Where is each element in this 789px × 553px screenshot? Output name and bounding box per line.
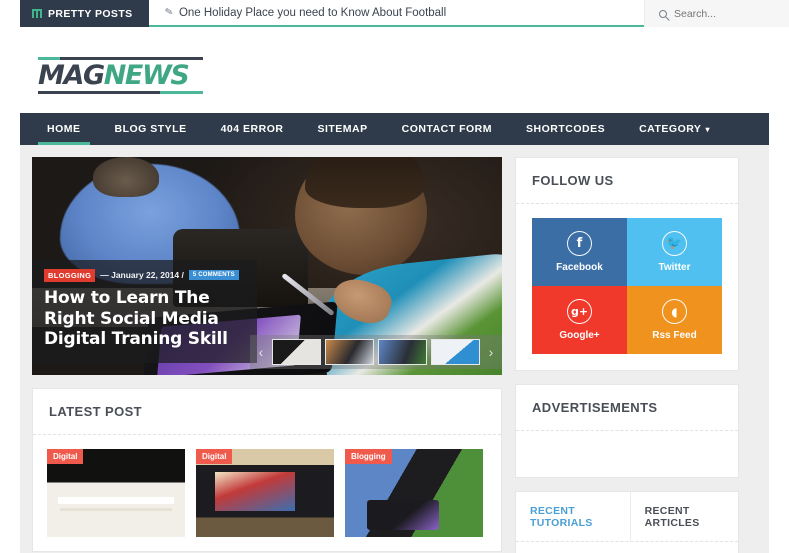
post-thumbnail[interactable]: Blogging: [345, 449, 483, 537]
recent-list-item[interactable]: Digital Tech Tool for Better: [516, 542, 738, 553]
search-icon: [659, 9, 667, 18]
slider-thumbnail[interactable]: [378, 339, 427, 365]
social-link-rss[interactable]: ◖ Rss Feed: [627, 286, 722, 354]
google-plus-icon: g+: [567, 299, 592, 324]
top-bar: PRETTY POSTS ✎ One Holiday Place you nee…: [0, 0, 789, 27]
nav-label: BLOG STYLE: [114, 123, 187, 135]
ticker-headline[interactable]: One Holiday Place you need to Know About…: [179, 7, 446, 19]
topbar-left-spacer: [0, 0, 20, 27]
latest-post-grid: Digital Digital Blogging: [33, 435, 501, 551]
post-card[interactable]: Blogging: [345, 449, 483, 537]
slider-thumbnail[interactable]: [325, 339, 374, 365]
recent-widget: RECENT TUTORIALS RECENT ARTICLES Digital…: [515, 491, 739, 553]
follow-us-widget: FOLLOW US f Facebook 🐦 Twitter g+ Google…: [515, 157, 739, 371]
social-label: Google+: [559, 330, 600, 341]
advertisements-title: ADVERTISEMENTS: [532, 400, 658, 415]
slider-thumbnail[interactable]: [272, 339, 321, 365]
site-logo[interactable]: MAGNEWS: [38, 57, 203, 94]
post-thumbnail[interactable]: Digital: [47, 449, 185, 537]
brand-label: PRETTY POSTS: [48, 7, 133, 20]
follow-us-header: FOLLOW US: [516, 158, 738, 204]
advertisements-header: ADVERTISEMENTS: [516, 385, 738, 431]
latest-post-header: LATEST POST: [33, 389, 501, 435]
nav-label: CATEGORY: [639, 123, 702, 135]
slider-category-badge[interactable]: BLOGGING: [44, 268, 96, 282]
latest-post-title: LATEST POST: [49, 404, 142, 419]
search-box[interactable]: [644, 0, 789, 27]
grid-icon: [32, 9, 42, 18]
post-category-badge[interactable]: Digital: [196, 449, 233, 464]
tab-recent-articles[interactable]: RECENT ARTICLES: [631, 492, 738, 541]
featured-slider[interactable]: BLOGGING — January 22, 2014 / 5 COMMENTS…: [32, 157, 502, 375]
follow-us-title: FOLLOW US: [532, 173, 614, 188]
nav-item-home[interactable]: HOME: [30, 113, 98, 145]
browser-page: PRETTY POSTS ✎ One Holiday Place you nee…: [0, 0, 789, 553]
logo-rule-bottom: [38, 91, 203, 94]
social-label: Twitter: [658, 262, 691, 273]
logo-text-news: NEWS: [103, 60, 190, 91]
chevron-right-icon[interactable]: ›: [484, 345, 498, 359]
nav-label: 404 ERROR: [220, 123, 284, 135]
social-label: Facebook: [556, 262, 603, 273]
news-ticker[interactable]: ✎ One Holiday Place you need to Know Abo…: [148, 0, 644, 27]
social-link-twitter[interactable]: 🐦 Twitter: [627, 218, 722, 286]
chevron-down-icon: ▾: [705, 125, 710, 134]
pencil-icon: ✎: [163, 6, 174, 19]
facebook-icon: f: [567, 231, 592, 256]
nav-label: HOME: [47, 123, 81, 135]
nav-label: CONTACT FORM: [401, 123, 492, 135]
tab-recent-tutorials[interactable]: RECENT TUTORIALS: [516, 492, 631, 541]
advertisements-widget: ADVERTISEMENTS: [515, 384, 739, 478]
nav-item-contact-form[interactable]: CONTACT FORM: [385, 113, 509, 145]
post-card[interactable]: Digital: [196, 449, 334, 537]
social-link-google-plus[interactable]: g+ Google+: [532, 286, 627, 354]
post-category-badge[interactable]: Digital: [47, 449, 84, 464]
search-input[interactable]: [674, 7, 774, 20]
nav-item-shortcodes[interactable]: SHORTCODES: [509, 113, 622, 145]
slider-caption: BLOGGING — January 22, 2014 / 5 COMMENTS…: [32, 259, 257, 363]
site-container: MAGNEWS HOME BLOG STYLE 404 ERROR SITEMA…: [20, 27, 769, 553]
social-links-grid: f Facebook 🐦 Twitter g+ Google+ ◖ Rss Fe…: [532, 218, 722, 354]
logo-text-mag: MAG: [38, 60, 105, 91]
slider-comments-badge[interactable]: 5 COMMENTS: [188, 270, 239, 281]
logo-text: MAGNEWS: [38, 62, 203, 89]
main-column: BLOGGING — January 22, 2014 / 5 COMMENTS…: [32, 157, 502, 553]
content-area: BLOGGING — January 22, 2014 / 5 COMMENTS…: [20, 145, 769, 553]
nav-label: SHORTCODES: [526, 123, 606, 135]
post-card[interactable]: Digital: [47, 449, 185, 537]
site-header: MAGNEWS: [20, 27, 769, 113]
slider-thumbnail-nav: ‹ ›: [250, 335, 502, 369]
nav-label: SITEMAP: [317, 123, 368, 135]
post-thumbnail[interactable]: Digital: [196, 449, 334, 537]
slider-title[interactable]: How to Learn The Right Social Media Digi…: [44, 288, 245, 350]
advertisements-body: [516, 431, 738, 477]
social-link-facebook[interactable]: f Facebook: [532, 218, 627, 286]
slider-date: — January 22, 2014 /: [100, 270, 184, 281]
nav-item-sitemap[interactable]: SITEMAP: [300, 113, 384, 145]
slider-thumbnail[interactable]: [431, 339, 480, 365]
tab-label: RECENT TUTORIALS: [530, 505, 593, 529]
latest-post-panel: LATEST POST Digital Digital Blogging: [32, 388, 502, 552]
slider-meta: BLOGGING — January 22, 2014 / 5 COMMENTS: [44, 268, 245, 282]
recent-tabs: RECENT TUTORIALS RECENT ARTICLES: [516, 492, 738, 542]
post-category-badge[interactable]: Blogging: [345, 449, 392, 464]
brand-tab[interactable]: PRETTY POSTS: [20, 0, 149, 27]
sidebar: FOLLOW US f Facebook 🐦 Twitter g+ Google…: [515, 157, 739, 553]
social-label: Rss Feed: [652, 330, 697, 341]
nav-item-404-error[interactable]: 404 ERROR: [204, 113, 301, 145]
twitter-icon: 🐦: [662, 231, 687, 256]
rss-icon: ◖: [662, 299, 687, 324]
nav-item-blog-style[interactable]: BLOG STYLE: [98, 113, 204, 145]
chevron-left-icon[interactable]: ‹: [254, 345, 268, 359]
main-navigation: HOME BLOG STYLE 404 ERROR SITEMAP CONTAC…: [20, 113, 769, 145]
tab-label: RECENT ARTICLES: [644, 505, 700, 529]
nav-item-category[interactable]: CATEGORY ▾: [622, 113, 727, 145]
